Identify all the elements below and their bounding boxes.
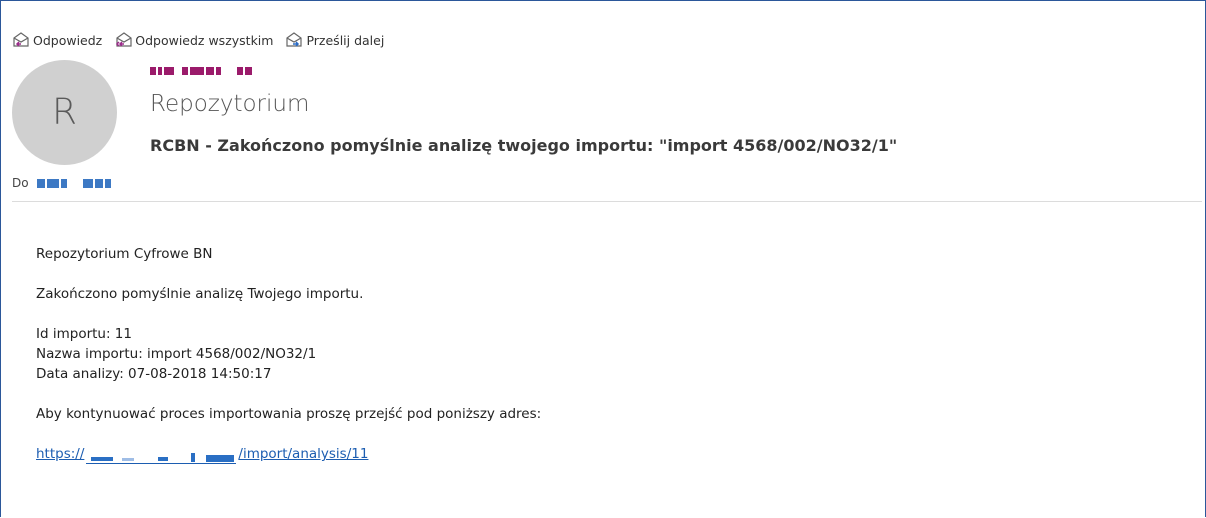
to-label: Do	[12, 176, 29, 190]
reply-all-button[interactable]: Odpowiedz wszystkim	[114, 32, 273, 48]
header-divider	[12, 201, 1202, 202]
forward-icon	[286, 32, 303, 47]
body-greeting: Repozytorium Cyfrowe BN	[36, 246, 213, 262]
recipient-line: Do	[12, 176, 111, 190]
import-id-line: Id importu: 11	[36, 326, 132, 342]
email-body: Repozytorium Cyfrowe BN Zakończono pomyś…	[36, 244, 541, 464]
reply-label: Odpowiedz	[33, 32, 103, 48]
forward-label: Prześlij dalej	[306, 32, 385, 48]
avatar-initial: R	[51, 92, 77, 133]
forward-button[interactable]: Prześlij dalej	[285, 32, 384, 48]
body-intro: Zakończono pomyślnie analizę Twojego imp…	[36, 286, 364, 302]
body-instruction: Aby kontynuować proces importowania pros…	[36, 406, 542, 422]
link-suffix: /import/analysis/11	[238, 446, 369, 462]
email-subject: RCBN - Zakończono pomyślnie analizę twoj…	[150, 136, 898, 155]
link-prefix: https://	[36, 446, 85, 462]
reply-all-icon	[116, 32, 132, 47]
analysis-link[interactable]: https:// /import/analysis/11	[36, 444, 541, 464]
sender-name[interactable]: Repozytorium	[150, 91, 309, 117]
reply-button[interactable]: Odpowiedz	[12, 32, 102, 48]
sender-avatar: R	[12, 60, 117, 165]
import-name-line: Nazwa importu: import 4568/002/NO32/1	[36, 346, 317, 362]
message-actions-toolbar: Odpowiedz Odpowiedz wszystkim Prześlij d…	[12, 32, 384, 48]
reply-all-label: Odpowiedz wszystkim	[135, 32, 274, 48]
reply-icon	[13, 32, 29, 47]
redacted-link-host	[86, 453, 237, 464]
redacted-sender-address	[150, 67, 290, 76]
redacted-recipient[interactable]	[36, 178, 111, 188]
analysis-date-line: Data analizy: 07-08-2018 14:50:17	[36, 366, 272, 382]
